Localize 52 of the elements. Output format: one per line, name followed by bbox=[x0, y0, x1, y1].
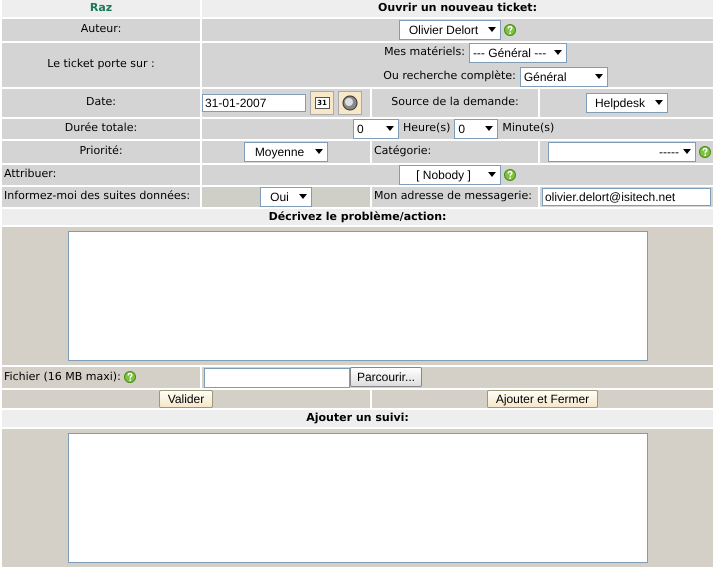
caret-icon bbox=[683, 149, 692, 154]
caret-icon bbox=[654, 100, 662, 105]
help-icon bbox=[504, 24, 516, 36]
followup-textarea[interactable] bbox=[68, 432, 648, 563]
field-label: Source de la demande: bbox=[391, 95, 519, 108]
form-title: Ouvrir un nouveau ticket: bbox=[378, 1, 537, 14]
section-title: Ajouter un suivi: bbox=[306, 411, 409, 424]
field-label: Catégorie: bbox=[374, 144, 432, 158]
dropdown[interactable]: --- Général --- bbox=[468, 42, 567, 62]
caret-icon bbox=[485, 126, 494, 131]
section-title: Décrivez le problème/action: bbox=[268, 210, 446, 222]
field-label: Date: bbox=[86, 95, 116, 108]
reset-date-button[interactable] bbox=[338, 90, 362, 114]
caret-icon bbox=[488, 172, 496, 177]
caret-icon bbox=[299, 194, 307, 199]
field-label: Mon adresse de messagerie: bbox=[374, 189, 532, 202]
dropdown[interactable]: Oui bbox=[260, 186, 312, 206]
dropdown[interactable]: 0 bbox=[454, 118, 498, 138]
help-icon bbox=[699, 146, 712, 158]
validate-button[interactable]: Valider bbox=[158, 390, 214, 408]
caret-icon bbox=[594, 74, 603, 79]
field-label: Attribuer: bbox=[4, 167, 56, 180]
field-label: Auteur: bbox=[80, 22, 122, 36]
reset-link[interactable]: Raz bbox=[90, 1, 112, 14]
caret-icon bbox=[386, 126, 394, 131]
file-path-field[interactable] bbox=[204, 368, 350, 388]
dropdown[interactable]: Général bbox=[520, 66, 608, 86]
browse-button[interactable]: Parcourir... bbox=[350, 367, 422, 387]
dropdown[interactable]: ----- bbox=[548, 142, 696, 162]
field-label: Heure(s) bbox=[403, 120, 450, 136]
dropdown[interactable]: Moyenne bbox=[244, 142, 328, 162]
dropdown[interactable]: Helpdesk bbox=[586, 92, 668, 112]
field-label: Durée totale: bbox=[64, 121, 138, 134]
caret-icon bbox=[554, 50, 562, 55]
email-field[interactable]: olivier.delort@isitech.net bbox=[542, 188, 712, 206]
field-label: Le ticket porte sur : bbox=[47, 57, 155, 70]
dropdown[interactable]: [ Nobody ] bbox=[399, 164, 501, 184]
date-field[interactable]: 31-01-2007 bbox=[202, 94, 306, 112]
help-icon bbox=[124, 371, 136, 384]
disc-icon bbox=[342, 94, 358, 110]
field-label: Minute(s) bbox=[502, 120, 554, 136]
field-label: Ou recherche complète: bbox=[383, 68, 516, 84]
help-icon bbox=[504, 168, 516, 180]
field-label: Mes matériels: bbox=[384, 44, 465, 60]
add-and-close-button[interactable]: Ajouter et Fermer bbox=[486, 390, 598, 408]
field-label: Priorité: bbox=[79, 144, 123, 158]
dropdown[interactable]: 0 bbox=[353, 118, 399, 138]
caret-icon bbox=[488, 27, 496, 32]
field-label: Fichier (16 MB maxi): bbox=[4, 370, 121, 384]
dropdown[interactable]: Olivier Delort bbox=[399, 20, 501, 40]
caret-icon bbox=[315, 149, 323, 154]
field-label: Informez-moi des suites données: bbox=[4, 189, 190, 202]
